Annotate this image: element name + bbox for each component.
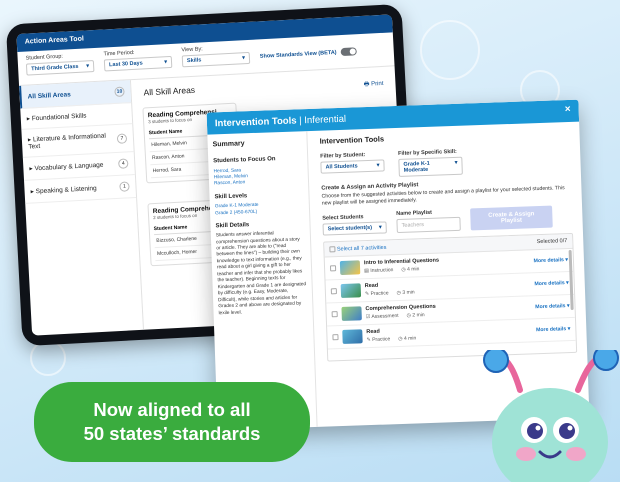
- chevron-down-icon: ▾: [242, 55, 246, 62]
- print-button[interactable]: 🖶 Print: [364, 79, 384, 90]
- view-by-dropdown[interactable]: Skills ▾: [181, 51, 251, 68]
- activity-thumbnail: [342, 329, 363, 345]
- standards-view-toggle[interactable]: [340, 47, 358, 57]
- checkbox-icon[interactable]: [330, 288, 337, 295]
- background-shape: [30, 340, 66, 376]
- count-badge: 7: [116, 132, 128, 144]
- count-badge: 4: [118, 158, 129, 169]
- count-badge: 1: [119, 181, 130, 192]
- filter-by-skill: Filter by Specific Skill: Grade K-1 Mode…: [398, 149, 463, 177]
- count-badge: 10: [114, 86, 125, 97]
- filter-skill-dropdown[interactable]: Grade K-1 Moderate ▾: [398, 156, 463, 177]
- sidebar-item-speaking[interactable]: ▸ Speaking & Listening 1: [24, 175, 137, 204]
- more-details-link[interactable]: More details ▾: [535, 304, 570, 311]
- student-link[interactable]: Rascon, Anton: [214, 179, 303, 189]
- create-assign-playlist-button[interactable]: Create & Assign Playlist: [470, 205, 553, 231]
- promo-badge: Now aligned to all 50 states’ standards: [34, 382, 310, 462]
- mascot-character-icon: [483, 350, 619, 482]
- filter-student-dropdown[interactable]: All Students ▾: [320, 159, 385, 174]
- select-students-dropdown[interactable]: Select student(s) ▾: [322, 221, 387, 236]
- more-details-link[interactable]: More details ▾: [536, 327, 571, 334]
- background-shape: [420, 20, 480, 80]
- activity-thumbnail: [341, 306, 362, 322]
- skill-sidebar: All Skill Areas 10 ▸ Foundational Skills …: [19, 80, 145, 336]
- view-by-filter: View By: Skills ▾: [181, 44, 251, 73]
- student-group-filter: Student Group: Third Grade Class ▾: [25, 52, 95, 81]
- more-details-link[interactable]: More details ▾: [534, 281, 569, 288]
- activity-thumbnail: [339, 260, 361, 276]
- skill-details-text: Students answer inferential comprehensio…: [215, 231, 307, 316]
- chevron-down-icon: ▾: [378, 224, 382, 231]
- activity-list: Select all 7 activities Selected 0/7 Int…: [323, 232, 578, 362]
- checkbox-icon[interactable]: [331, 311, 338, 318]
- name-playlist-input[interactable]: Teachers: [396, 216, 461, 234]
- standards-view-toggle-group: Show Standards View (BETA): [259, 38, 358, 68]
- filter-by-student: Filter by Student: All Students ▾: [320, 151, 385, 179]
- checkbox-icon[interactable]: [329, 265, 337, 272]
- select-students-group: Select Students Select student(s) ▾: [322, 213, 387, 236]
- chevron-down-icon: ▾: [454, 159, 458, 166]
- selected-count: Selected 0/7: [536, 238, 568, 246]
- select-all-checkbox[interactable]: Select all 7 activities: [329, 244, 387, 253]
- checkbox-icon: [329, 246, 336, 253]
- chevron-down-icon: ▾: [376, 162, 380, 169]
- student-group-dropdown[interactable]: Third Grade Class ▾: [25, 60, 95, 76]
- time-period-filter: Time Period: Last 30 Days ▾: [103, 48, 173, 77]
- name-playlist-group: Name Playlist Teachers: [396, 209, 461, 234]
- close-icon[interactable]: ×: [565, 104, 571, 115]
- activity-thumbnail: [340, 283, 362, 299]
- more-details-link[interactable]: More details ▾: [534, 258, 569, 265]
- chevron-down-icon: ▾: [164, 59, 168, 66]
- checkbox-icon[interactable]: [332, 334, 339, 341]
- chevron-down-icon: ▾: [86, 63, 90, 70]
- time-period-dropdown[interactable]: Last 30 Days ▾: [103, 55, 173, 72]
